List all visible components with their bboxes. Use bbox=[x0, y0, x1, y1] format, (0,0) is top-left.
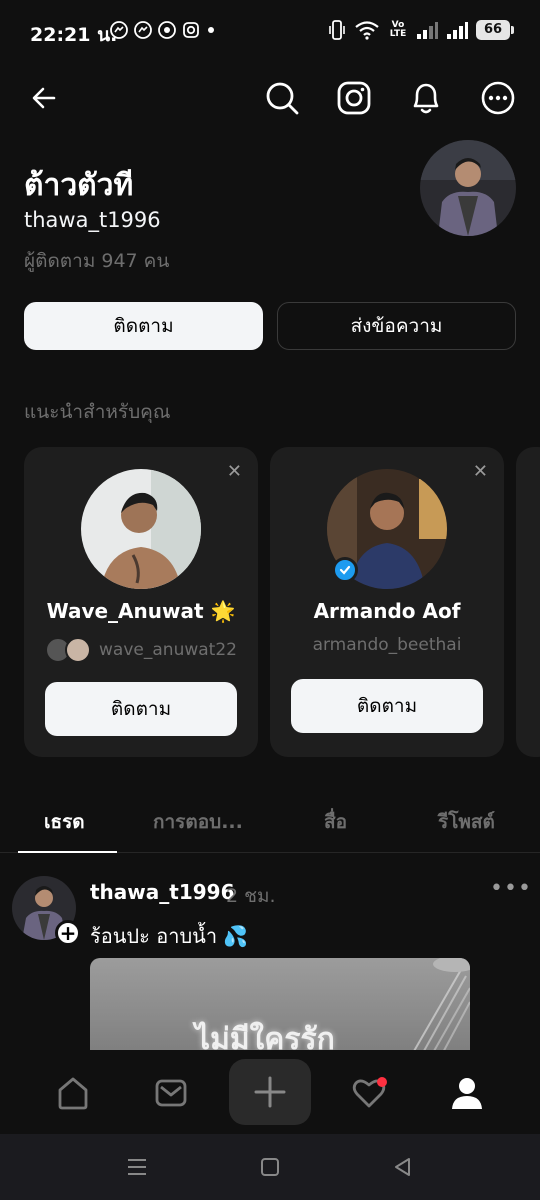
nav-create-button[interactable] bbox=[229, 1059, 311, 1125]
suggestion-name[interactable]: Armando Aof bbox=[270, 599, 504, 623]
suggestions-title: แนะนำสำหรับคุณ bbox=[24, 401, 171, 423]
nav-home[interactable] bbox=[48, 1068, 98, 1118]
tab-replies[interactable]: การตอบ... bbox=[153, 807, 243, 837]
tab-threads[interactable]: เธรด bbox=[44, 807, 85, 837]
menu-lines-icon bbox=[128, 1159, 146, 1175]
wifi-icon bbox=[355, 21, 379, 40]
post-image[interactable]: ไม่มีใครรัก bbox=[90, 958, 470, 1058]
search-button[interactable] bbox=[260, 76, 304, 120]
status-bar: 22:21 น. Vo LTE 66 bbox=[0, 0, 540, 64]
suggestion-follow-button[interactable]: ติดตาม bbox=[45, 682, 237, 736]
post-username[interactable]: thawa_t1996 bbox=[90, 880, 235, 904]
profile-avatar[interactable] bbox=[420, 140, 516, 236]
bottom-nav bbox=[0, 1050, 540, 1134]
follow-plus-button[interactable]: + bbox=[55, 920, 81, 946]
status-app-icons bbox=[110, 21, 216, 39]
suggestion-name[interactable]: Wave_Anuwat 🌟 bbox=[24, 599, 258, 623]
network-type: Vo LTE bbox=[389, 20, 407, 39]
messenger-icon bbox=[134, 21, 152, 39]
dismiss-suggestion-button[interactable]: ✕ bbox=[473, 461, 488, 482]
vibrate-icon bbox=[329, 20, 345, 40]
follow-button[interactable]: ติดตาม bbox=[24, 302, 263, 350]
post-text: ร้อนปะ อาบน้ำ 💦 bbox=[90, 924, 249, 948]
more-options-button[interactable] bbox=[476, 76, 520, 120]
mutual-avatar bbox=[65, 637, 92, 663]
status-system-icons: Vo LTE 66 bbox=[328, 19, 514, 41]
battery-indicator: 66 bbox=[476, 20, 514, 40]
signal-icon bbox=[417, 22, 438, 39]
suggestion-card[interactable]: ✕ Armando Aof armando_beethai ติดตาม bbox=[270, 447, 504, 757]
mutual-avatars bbox=[45, 637, 93, 663]
home-system-button[interactable] bbox=[255, 1154, 285, 1180]
nav-activity[interactable] bbox=[344, 1068, 394, 1118]
square-icon bbox=[261, 1158, 279, 1176]
system-nav-bar bbox=[0, 1134, 540, 1200]
suggestion-username: wave_anuwat22 bbox=[99, 640, 237, 660]
suggestion-card-partial[interactable] bbox=[516, 447, 540, 757]
plus-icon bbox=[254, 1076, 286, 1108]
notification-dot bbox=[377, 1077, 387, 1087]
home-icon bbox=[58, 1077, 88, 1110]
nav-inbox[interactable] bbox=[146, 1068, 196, 1118]
recent-apps-button[interactable] bbox=[122, 1154, 152, 1180]
status-time: 22:21 น. bbox=[30, 24, 118, 46]
profile-display-name: ต้าวตัวที bbox=[24, 168, 134, 203]
dot-icon bbox=[208, 27, 214, 33]
suggestion-username: armando_beethai bbox=[312, 635, 462, 655]
active-tab-indicator bbox=[18, 851, 117, 853]
signal-icon bbox=[447, 22, 468, 39]
instagram-button[interactable] bbox=[332, 76, 376, 120]
post-timestamp: 2 ชม. bbox=[226, 885, 276, 907]
dismiss-suggestion-button[interactable]: ✕ bbox=[227, 461, 242, 482]
tab-reposts[interactable]: รีโพสต์ bbox=[438, 807, 495, 837]
profile-icon bbox=[452, 1078, 482, 1109]
back-button[interactable] bbox=[22, 76, 66, 120]
back-arrow-icon bbox=[32, 87, 56, 109]
bell-icon bbox=[413, 83, 439, 114]
more-options-icon bbox=[481, 81, 515, 115]
nav-profile[interactable] bbox=[442, 1068, 492, 1118]
send-message-button[interactable]: ส่งข้อความ bbox=[277, 302, 516, 350]
suggestion-card[interactable]: ✕ Wave_Anuwat 🌟 wave_anuwat22 ติดตาม bbox=[24, 447, 258, 757]
triangle-back-icon bbox=[395, 1158, 410, 1176]
post-more-options-icon[interactable]: ••• bbox=[490, 876, 532, 901]
profile-followers-count[interactable]: ผู้ติดตาม 947 คน bbox=[24, 246, 169, 276]
notifications-button[interactable] bbox=[404, 76, 448, 120]
messenger-icon bbox=[110, 21, 128, 39]
back-system-button[interactable] bbox=[388, 1154, 418, 1180]
verified-badge-icon bbox=[332, 557, 358, 583]
instagram-icon bbox=[337, 81, 371, 115]
top-nav bbox=[0, 72, 540, 124]
suggestion-avatar[interactable] bbox=[81, 469, 201, 589]
profile-username: thawa_t1996 bbox=[24, 208, 161, 232]
profile-tabs: เธรด การตอบ... สื่อ รีโพสต์ bbox=[0, 795, 540, 853]
inbox-icon bbox=[155, 1079, 187, 1107]
instagram-status-icon bbox=[183, 22, 199, 38]
suggestion-username-row: wave_anuwat22 bbox=[24, 637, 258, 663]
app-notification-icon bbox=[158, 21, 176, 39]
search-icon bbox=[266, 82, 299, 115]
suggestion-follow-button[interactable]: ติดตาม bbox=[291, 679, 483, 733]
tab-media[interactable]: สื่อ bbox=[324, 807, 347, 837]
